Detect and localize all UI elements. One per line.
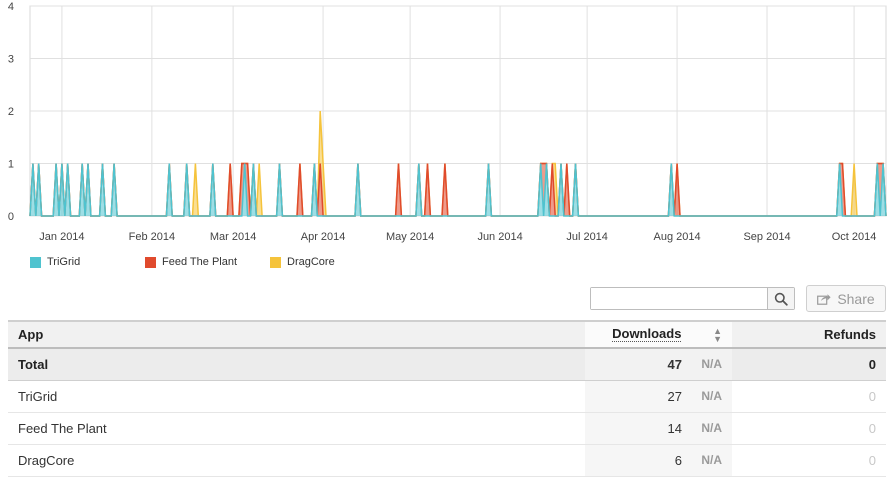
app-refunds: 0 [868,388,876,404]
app-downloads: 14 [667,420,682,436]
app-name: Feed The Plant [18,420,107,436]
x-tick-label: Sep 2014 [743,231,790,243]
legend-swatch-feed-the-plant [145,256,156,268]
downloads-chart: 0 1 2 3 4 Jan 2014 Feb 2014 Mar 2014 Apr 2014 May… [8,1,887,243]
table-row[interactable]: DragCore 6 N/A 0 [8,444,886,476]
x-tick-label: May 2014 [386,231,434,243]
app-name: TriGrid [18,388,58,404]
y-tick-label: 0 [8,211,14,223]
table-header-row: App Downloads ▲ ▼ Refunds [8,320,886,349]
header-downloads[interactable]: Downloads ▲ ▼ [585,320,732,349]
apps-table: App Downloads ▲ ▼ Refunds Total 47 N/A 0 … [8,320,886,477]
total-row: Total 47 N/A 0 [8,348,886,381]
total-na: N/A [701,357,722,372]
total-refunds: 0 [868,356,876,372]
app-refunds: 0 [868,452,876,468]
x-tick-label: Apr 2014 [301,231,346,243]
search-box [590,287,795,310]
x-tick-label: Jul 2014 [566,231,608,243]
app-na: N/A [701,453,722,467]
search-icon [774,292,788,306]
app-na: N/A [701,421,722,435]
share-icon [817,293,831,305]
legend-swatch-dragcore [270,256,281,268]
legend-item-dragcore[interactable]: DragCore [270,256,335,268]
header-downloads-label: Downloads [612,326,682,343]
table-row[interactable]: Feed The Plant 14 N/A 0 [8,412,886,444]
legend-label: TriGrid [47,256,81,268]
table-row[interactable]: TriGrid 27 N/A 0 [8,380,886,412]
y-tick-label: 4 [8,1,14,13]
header-app[interactable]: App [8,320,585,349]
legend-item-trigrid[interactable]: TriGrid [30,256,80,268]
x-tick-label: Jan 2014 [39,231,84,243]
x-tick-label: Jun 2014 [477,231,522,243]
legend-swatch-trigrid [30,256,41,268]
share-button[interactable]: Share [806,285,886,312]
app-refunds: 0 [868,420,876,436]
y-tick-label: 2 [8,106,14,118]
total-label: Total [18,356,49,372]
x-tick-label: Aug 2014 [654,231,701,243]
legend-label: Feed The Plant [162,256,238,268]
app-downloads: 6 [674,452,682,468]
header-refunds[interactable]: Refunds [732,320,886,349]
app-na: N/A [701,389,722,403]
legend-label: DragCore [287,256,335,268]
legend-item-feed-the-plant[interactable]: Feed The Plant [145,256,237,268]
app-downloads: 27 [667,388,682,404]
x-tick-label: Mar 2014 [210,231,256,243]
sort-icon[interactable]: ▲ ▼ [713,326,722,343]
x-tick-label: Oct 2014 [832,231,877,243]
search-input[interactable] [591,288,768,309]
x-tick-label: Feb 2014 [129,231,175,243]
app-name: DragCore [18,452,75,468]
share-label: Share [837,290,875,307]
y-tick-label: 1 [8,159,14,171]
total-downloads: 47 [667,356,682,372]
search-button[interactable] [767,288,794,309]
y-tick-label: 3 [8,54,14,66]
